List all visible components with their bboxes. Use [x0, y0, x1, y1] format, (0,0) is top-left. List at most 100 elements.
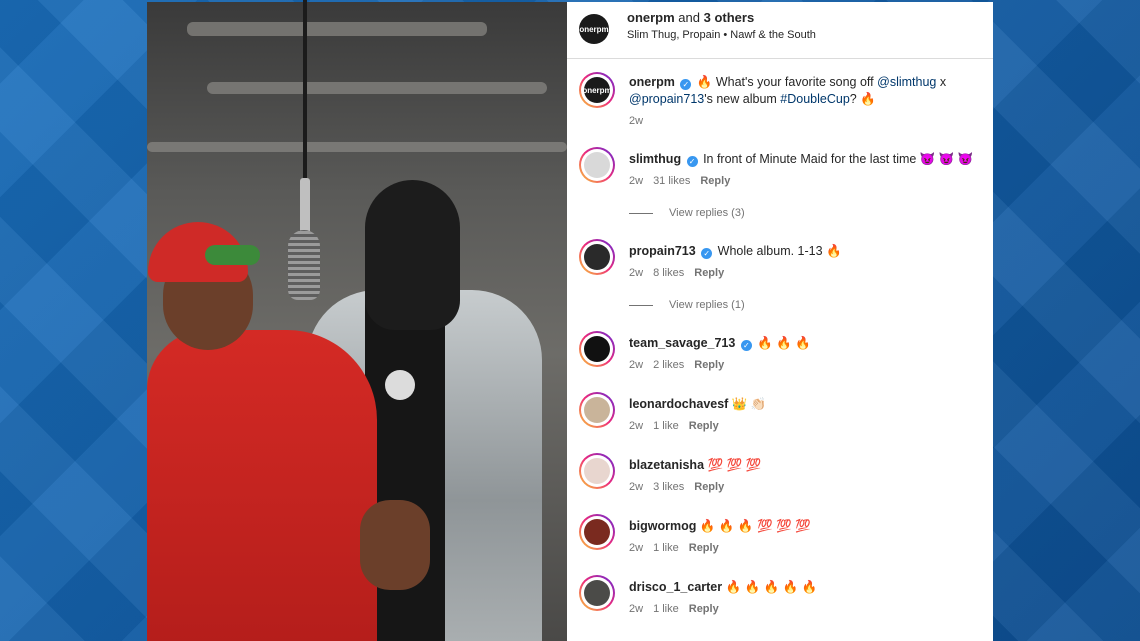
- avatar-image: [584, 519, 610, 545]
- avatar-image: [584, 152, 610, 178]
- comment-time[interactable]: 2w: [629, 359, 643, 371]
- comment-meta: 2w 1 like Reply: [629, 603, 729, 615]
- reply-button[interactable]: Reply: [689, 542, 719, 554]
- comment-body: Whole album. 1-13 🔥: [717, 244, 842, 258]
- comment-username[interactable]: propain713: [629, 244, 696, 258]
- reply-button[interactable]: Reply: [694, 267, 724, 279]
- caption-time[interactable]: 2w: [629, 115, 643, 127]
- comment-meta: 2w 1 like Reply: [629, 420, 729, 432]
- comment-text: team_savage_713 ✓ 🔥 🔥 🔥: [629, 335, 979, 352]
- hashtag-link[interactable]: #DoubleCup: [780, 92, 850, 106]
- avatar-image: [584, 458, 610, 484]
- view-replies-label: View replies (1): [669, 299, 745, 311]
- comment-likes[interactable]: 1 like: [653, 603, 679, 615]
- mention-link[interactable]: @propain713: [629, 92, 704, 106]
- replies-divider: [629, 304, 653, 306]
- person-left-jacket: [147, 330, 377, 641]
- comment-likes[interactable]: 3 likes: [653, 481, 684, 493]
- comment-username[interactable]: team_savage_713: [629, 336, 735, 350]
- verified-icon: ✓: [680, 79, 692, 90]
- comment-meta: 2w 2 likes Reply: [629, 359, 734, 371]
- comment-time[interactable]: 2w: [629, 542, 643, 554]
- comment-body: 🔥 🔥 🔥: [757, 336, 811, 350]
- microphone: [288, 230, 320, 300]
- replies-divider: [629, 212, 653, 214]
- comment-username[interactable]: leonardochavesf: [629, 397, 728, 411]
- comment-body: 👑 👏🏻: [731, 397, 767, 411]
- avatar-logo-text: onerpm: [579, 24, 609, 34]
- reply-button[interactable]: Reply: [694, 481, 724, 493]
- caption-avatar[interactable]: onerpm: [579, 72, 615, 108]
- reply-button[interactable]: Reply: [694, 359, 724, 371]
- comment-username[interactable]: bigwormog: [629, 519, 696, 533]
- microphone-cable: [303, 0, 307, 180]
- account-avatar[interactable]: onerpm: [579, 14, 609, 44]
- verified-icon: ✓: [686, 156, 698, 167]
- view-replies-button[interactable]: View replies (1): [629, 299, 745, 311]
- comments-panel: onerpm onerpm and 3 others Slim Thug, Pr…: [567, 2, 993, 641]
- caption-body-2: 's new album: [704, 92, 781, 106]
- ceiling-pipe: [207, 82, 547, 94]
- comment-body: In front of Minute Maid for the last tim…: [703, 152, 974, 166]
- comment-meta: 2w 3 likes Reply: [629, 481, 734, 493]
- microphone-stand: [300, 178, 310, 233]
- comment-time[interactable]: 2w: [629, 267, 643, 279]
- mention-link[interactable]: @slimthug: [877, 75, 936, 89]
- reply-button[interactable]: Reply: [700, 175, 730, 187]
- post-authors: onerpm and 3 others: [627, 10, 754, 25]
- comment-avatar[interactable]: [579, 147, 615, 183]
- author-link[interactable]: onerpm: [627, 10, 675, 25]
- avatar-logo-text: onerpm: [582, 77, 612, 103]
- comment-likes[interactable]: 1 like: [653, 542, 679, 554]
- comment-username[interactable]: blazetanisha: [629, 458, 704, 472]
- view-replies-button[interactable]: View replies (3): [629, 207, 745, 219]
- comment-avatar[interactable]: [579, 453, 615, 489]
- ceiling-pipe: [147, 142, 567, 152]
- comment-avatar[interactable]: [579, 239, 615, 275]
- handshake: [360, 500, 430, 590]
- post-subtitle[interactable]: Slim Thug, Propain • Nawf & the South: [627, 29, 816, 41]
- verified-icon: ✓: [701, 248, 713, 259]
- comment-likes[interactable]: 2 likes: [653, 359, 684, 371]
- comment-likes[interactable]: 1 like: [653, 420, 679, 432]
- comment-text: slimthug ✓ In front of Minute Maid for t…: [629, 151, 979, 168]
- comment-username[interactable]: drisco_1_carter: [629, 580, 722, 594]
- reply-button[interactable]: Reply: [689, 420, 719, 432]
- post-header: onerpm onerpm and 3 others Slim Thug, Pr…: [567, 2, 993, 59]
- person-right-head: [365, 180, 460, 330]
- comment-text: bigwormog 🔥 🔥 🔥 💯 💯 💯: [629, 518, 979, 535]
- comment-meta: 2w 31 likes Reply: [629, 175, 740, 187]
- reply-button[interactable]: Reply: [689, 603, 719, 615]
- caption-body-1: 🔥 What's your favorite song off: [696, 75, 878, 89]
- comment-avatar[interactable]: [579, 331, 615, 367]
- comment-avatar[interactable]: [579, 392, 615, 428]
- comment-avatar[interactable]: [579, 575, 615, 611]
- comment-text: leonardochavesf 👑 👏🏻: [629, 396, 979, 413]
- authors-and: and: [678, 10, 700, 25]
- comment-avatar[interactable]: [579, 514, 615, 550]
- comment-time[interactable]: 2w: [629, 481, 643, 493]
- comment-meta: 2w 1 like Reply: [629, 542, 729, 554]
- others-link[interactable]: 3 others: [704, 10, 755, 25]
- comment-time[interactable]: 2w: [629, 175, 643, 187]
- comment-likes[interactable]: 8 likes: [653, 267, 684, 279]
- ceiling-pipe: [187, 22, 487, 36]
- chain-pendant: [385, 370, 415, 400]
- comment-username[interactable]: slimthug: [629, 152, 681, 166]
- comment-body: 💯 💯 💯: [707, 458, 762, 472]
- avatar-image: [584, 336, 610, 362]
- caption-body-3: ? 🔥: [849, 92, 876, 106]
- caption-text: onerpm ✓ 🔥 What's your favorite song off…: [629, 74, 979, 108]
- comment-time[interactable]: 2w: [629, 603, 643, 615]
- person-left-cap-brim: [205, 245, 260, 265]
- comment-text: propain713 ✓ Whole album. 1-13 🔥: [629, 243, 979, 260]
- avatar-image: [584, 244, 610, 270]
- comment-text: blazetanisha 💯 💯 💯: [629, 457, 979, 474]
- verified-icon: ✓: [740, 340, 752, 351]
- comment-likes[interactable]: 31 likes: [653, 175, 690, 187]
- comment-time[interactable]: 2w: [629, 420, 643, 432]
- comment-body: 🔥 🔥 🔥 🔥 🔥: [725, 580, 818, 594]
- comment-meta: 2w 8 likes Reply: [629, 267, 734, 279]
- avatar-image: [584, 580, 610, 606]
- caption-username[interactable]: onerpm: [629, 75, 675, 89]
